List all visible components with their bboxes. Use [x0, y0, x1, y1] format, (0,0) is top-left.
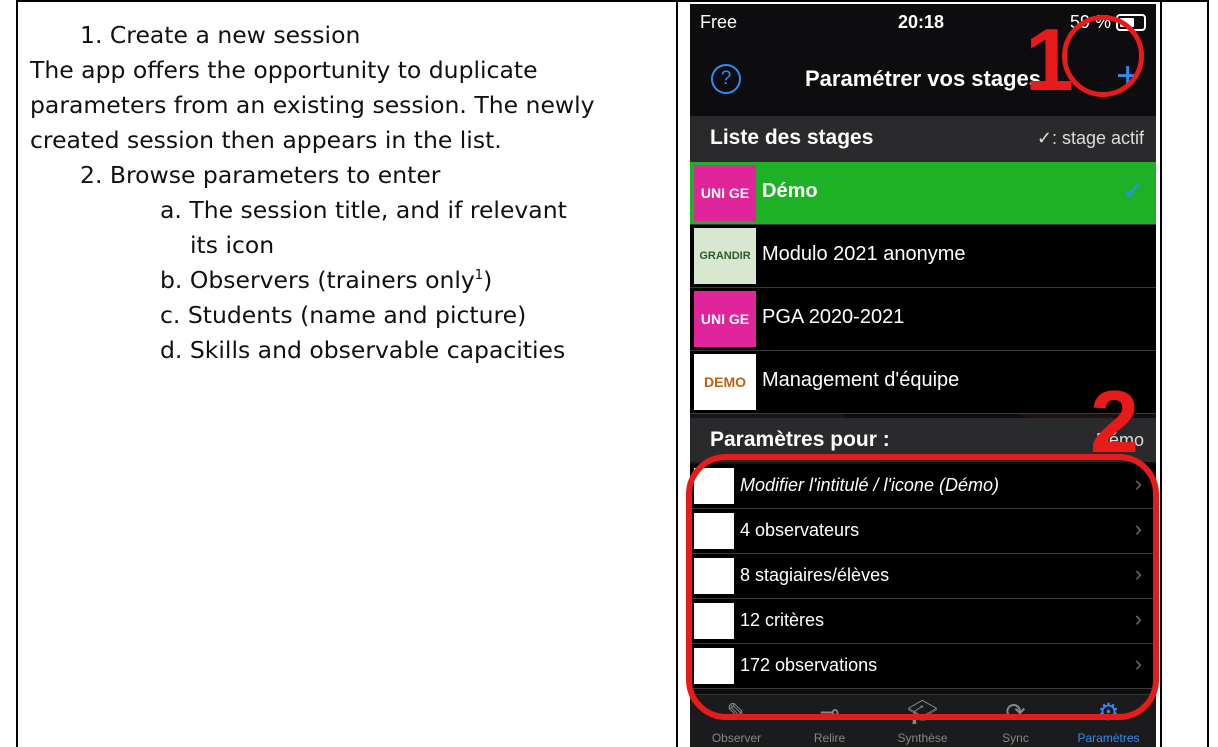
- stage-row[interactable]: DEMO Management d'équipe: [690, 351, 1156, 414]
- stage-row[interactable]: UNI GE PGA 2020-2021: [690, 288, 1156, 351]
- annotation-number-2: 2: [1090, 372, 1139, 471]
- stage-name: PGA 2020-2021: [762, 306, 905, 328]
- paragraph-line: created session then appears in the list…: [30, 126, 502, 154]
- checkmark-icon: ✓: [1122, 176, 1144, 206]
- stage-thumbnail: DEMO: [694, 354, 756, 410]
- column-divider: [1160, 0, 1162, 747]
- stage-thumbnail: UNI GE: [694, 291, 756, 347]
- substep-a: a. The session title, and if relevant its…: [160, 196, 567, 259]
- stage-row[interactable]: UNI GE Démo ✓: [690, 162, 1156, 225]
- substep-b: b. Observers (trainers only1): [160, 266, 493, 294]
- stage-thumbnail: UNI GE: [694, 165, 756, 221]
- section-title: Paramètres pour :: [710, 428, 890, 451]
- clock: 20:18: [898, 12, 945, 32]
- section-hint: ✓: stage actif: [1036, 128, 1144, 148]
- stage-thumbnail: GRANDIR: [694, 228, 756, 284]
- annotation-number-1: 1: [1025, 10, 1074, 109]
- section-title: Liste des stages: [710, 126, 874, 149]
- paragraph-line: parameters from an existing session. The…: [30, 91, 595, 119]
- substep-d: d. Skills and observable capacities: [160, 336, 566, 364]
- stage-name: Modulo 2021 anonyme: [762, 243, 966, 265]
- column-divider: [676, 0, 678, 747]
- carrier-label: Free: [700, 12, 738, 32]
- stage-name: Démo: [762, 180, 818, 202]
- stage-row[interactable]: GRANDIR Modulo 2021 anonyme: [690, 225, 1156, 288]
- annotation-circle: [1062, 15, 1144, 97]
- stages-section-header: Liste des stages ✓: stage actif: [690, 116, 1156, 162]
- instructions-text: 1. Create a new session The app offers t…: [30, 18, 670, 368]
- annotation-rectangle: [686, 454, 1159, 720]
- substep-c: c. Students (name and picture): [160, 301, 527, 329]
- step-1: 1. Create a new session: [80, 21, 361, 49]
- stage-name: Management d'équipe: [762, 369, 960, 391]
- paragraph-line: The app offers the opportunity to duplic…: [30, 56, 538, 84]
- step-2: 2. Browse parameters to enter: [80, 161, 441, 189]
